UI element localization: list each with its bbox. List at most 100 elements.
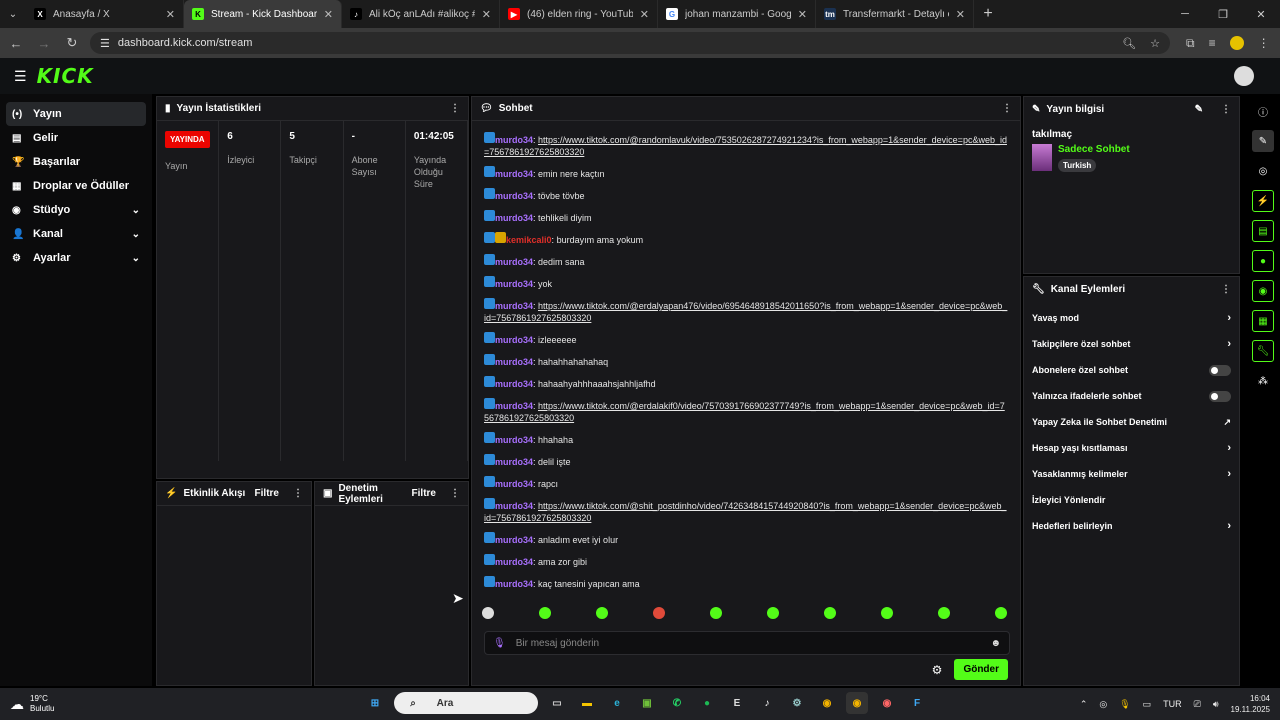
- chat-username[interactable]: murdo34: [495, 479, 533, 489]
- channel-action-item[interactable]: Yapay Zeka ile Sohbet Denetimi ↗: [1024, 409, 1239, 435]
- chat-username[interactable]: kemikcali0: [506, 235, 552, 245]
- volume-icon[interactable]: 🔊︎: [1213, 699, 1219, 710]
- broadcast-icon[interactable]: ◉: [1252, 280, 1274, 302]
- browser-tab[interactable]: tm Transfermarkt - Detaylı oyuncu ✕: [816, 0, 974, 28]
- tab-search-button[interactable]: ⌄: [0, 0, 26, 28]
- media-icon[interactable]: ≡: [1209, 36, 1216, 50]
- chat-username[interactable]: murdo34: [495, 401, 533, 411]
- channel-action-item[interactable]: Hedefleri belirleyin ›: [1024, 513, 1239, 539]
- windows-start-icon[interactable]: ⊞: [364, 692, 386, 714]
- reload-icon[interactable]: ↻: [60, 35, 84, 51]
- emote-icon[interactable]: [938, 607, 950, 619]
- channel-action-item[interactable]: Abonelere özel sohbet: [1024, 357, 1239, 383]
- sidebar-item[interactable]: ▤ Gelir: [6, 126, 146, 150]
- whatsapp-icon[interactable]: ✆: [666, 692, 688, 714]
- clock[interactable]: 16:04 19.11.2025: [1231, 693, 1270, 715]
- chat-username[interactable]: murdo34: [495, 335, 533, 345]
- more-icon[interactable]: ⋮: [1221, 104, 1231, 115]
- bookmark-star-icon[interactable]: ☆: [1150, 37, 1160, 50]
- category-thumbnail[interactable]: [1032, 144, 1052, 171]
- emote-icon[interactable]: [710, 607, 722, 619]
- lightning-rail-icon[interactable]: ⚡: [1252, 190, 1274, 212]
- chat-username[interactable]: murdo34: [495, 213, 533, 223]
- category-name[interactable]: Sadece Sohbet: [1058, 144, 1130, 155]
- chat-username[interactable]: murdo34: [495, 279, 533, 289]
- browser-tab[interactable]: ♪ Ali kÖç anLAdı #alikoç #alikoç ✕: [342, 0, 500, 28]
- chat-username[interactable]: murdo34: [495, 301, 533, 311]
- send-button[interactable]: Gönder: [954, 659, 1008, 680]
- more-icon[interactable]: ⋮: [1002, 103, 1012, 114]
- channel-action-item[interactable]: Yalnızca ifadelerle sohbet: [1024, 383, 1239, 409]
- tab-close-icon[interactable]: ✕: [166, 8, 175, 21]
- chat-username[interactable]: murdo34: [495, 535, 533, 545]
- toggle-switch[interactable]: [1209, 364, 1231, 376]
- emote-icon[interactable]: [995, 607, 1007, 619]
- emoji-icon[interactable]: ☻: [990, 638, 1001, 649]
- chat-link[interactable]: https://www.tiktok.com/@shit_postdinho/v…: [484, 501, 1006, 523]
- profile-icon[interactable]: [1229, 36, 1244, 50]
- user-avatar[interactable]: [1234, 66, 1254, 86]
- more-icon[interactable]: ⋮: [450, 488, 460, 499]
- moderation-filter-button[interactable]: Filtre: [412, 488, 436, 499]
- steam-icon[interactable]: ⚙: [786, 692, 808, 714]
- tray-mic-icon[interactable]: 🎙︎: [1119, 699, 1130, 710]
- extensions-icon[interactable]: ⧉: [1186, 36, 1195, 51]
- more-icon[interactable]: ⋮: [450, 103, 460, 114]
- chat-username[interactable]: murdo34: [495, 501, 533, 511]
- more-icon[interactable]: ⋮: [1221, 284, 1231, 295]
- chat-input[interactable]: 🎙︎ Bir mesaj gönderin ☻: [484, 631, 1010, 655]
- network-icon[interactable]: ⎚: [1194, 699, 1201, 710]
- chat-username[interactable]: murdo34: [495, 135, 533, 145]
- epic-games-icon[interactable]: E: [726, 692, 748, 714]
- sidebar-item[interactable]: (•) Yayın: [6, 102, 146, 126]
- channel-action-item[interactable]: İzleyici Yönlendir: [1024, 487, 1239, 513]
- tray-app-icon[interactable]: ◎: [1099, 699, 1107, 710]
- tab-close-icon[interactable]: ✕: [798, 8, 807, 21]
- layout-icon[interactable]: ▦: [1252, 310, 1274, 332]
- spotify-icon[interactable]: ●: [696, 692, 718, 714]
- chat-username[interactable]: murdo34: [495, 257, 533, 267]
- chat-username[interactable]: murdo34: [495, 579, 533, 589]
- app-icon[interactable]: F: [906, 692, 928, 714]
- document-icon[interactable]: ▤: [1252, 220, 1274, 242]
- sidebar-item[interactable]: 🏆 Başarılar: [6, 150, 146, 174]
- zoom-icon[interactable]: 🔍︎: [1122, 37, 1136, 50]
- toggle-switch[interactable]: [1209, 390, 1231, 402]
- chrome-active-icon[interactable]: ◉: [846, 692, 868, 714]
- task-view-icon[interactable]: ▭: [546, 692, 568, 714]
- settings-icon[interactable]: ⚙: [932, 663, 943, 677]
- chat-rail-icon[interactable]: ●: [1252, 250, 1274, 272]
- info-icon[interactable]: ⓘ: [1252, 100, 1274, 122]
- language-indicator[interactable]: TUR: [1163, 699, 1182, 709]
- microphone-icon[interactable]: 🎙︎: [493, 638, 506, 649]
- chat-link[interactable]: https://www.tiktok.com/@erdalyapan476/vi…: [484, 301, 1007, 323]
- tab-close-icon[interactable]: ✕: [956, 8, 965, 21]
- new-tab-button[interactable]: +: [974, 5, 1002, 23]
- chat-username[interactable]: murdo34: [495, 435, 533, 445]
- sidebar-item[interactable]: ▦ Droplar ve Ödüller: [6, 174, 146, 198]
- emote-icon[interactable]: [767, 607, 779, 619]
- chrome-icon[interactable]: ◉: [816, 692, 838, 714]
- kick-logo[interactable]: KICK: [37, 64, 94, 88]
- emote-icon[interactable]: [881, 607, 893, 619]
- sidebar-item[interactable]: ⚙ Ayarlar ⌄: [6, 246, 146, 270]
- apps-icon[interactable]: ⁂: [1252, 370, 1274, 392]
- chat-username[interactable]: murdo34: [495, 457, 533, 467]
- focus-icon[interactable]: ◎: [1252, 160, 1274, 182]
- channel-action-item[interactable]: Hesap yaşı kısıtlaması ›: [1024, 435, 1239, 461]
- chat-link[interactable]: https://www.tiktok.com/@randomlavuk/vide…: [484, 135, 1007, 157]
- minecraft-icon[interactable]: ▣: [636, 692, 658, 714]
- tab-close-icon[interactable]: ✕: [482, 8, 491, 21]
- chat-link[interactable]: https://www.tiktok.com/@erdalakif0/video…: [484, 401, 1005, 423]
- menu-icon[interactable]: ⋮: [1258, 36, 1270, 50]
- file-explorer-icon[interactable]: ▬: [576, 692, 598, 714]
- sidebar-item[interactable]: 👤 Kanal ⌄: [6, 222, 146, 246]
- site-info-icon[interactable]: ☰: [100, 37, 110, 50]
- emote-icon[interactable]: [482, 607, 494, 619]
- chat-username[interactable]: murdo34: [495, 191, 533, 201]
- edge-icon[interactable]: e: [606, 692, 628, 714]
- tab-close-icon[interactable]: ✕: [324, 8, 333, 21]
- emote-icon[interactable]: [653, 607, 665, 619]
- emote-icon[interactable]: [596, 607, 608, 619]
- weather-widget[interactable]: ☁ 19°C Bulutlu: [10, 694, 54, 714]
